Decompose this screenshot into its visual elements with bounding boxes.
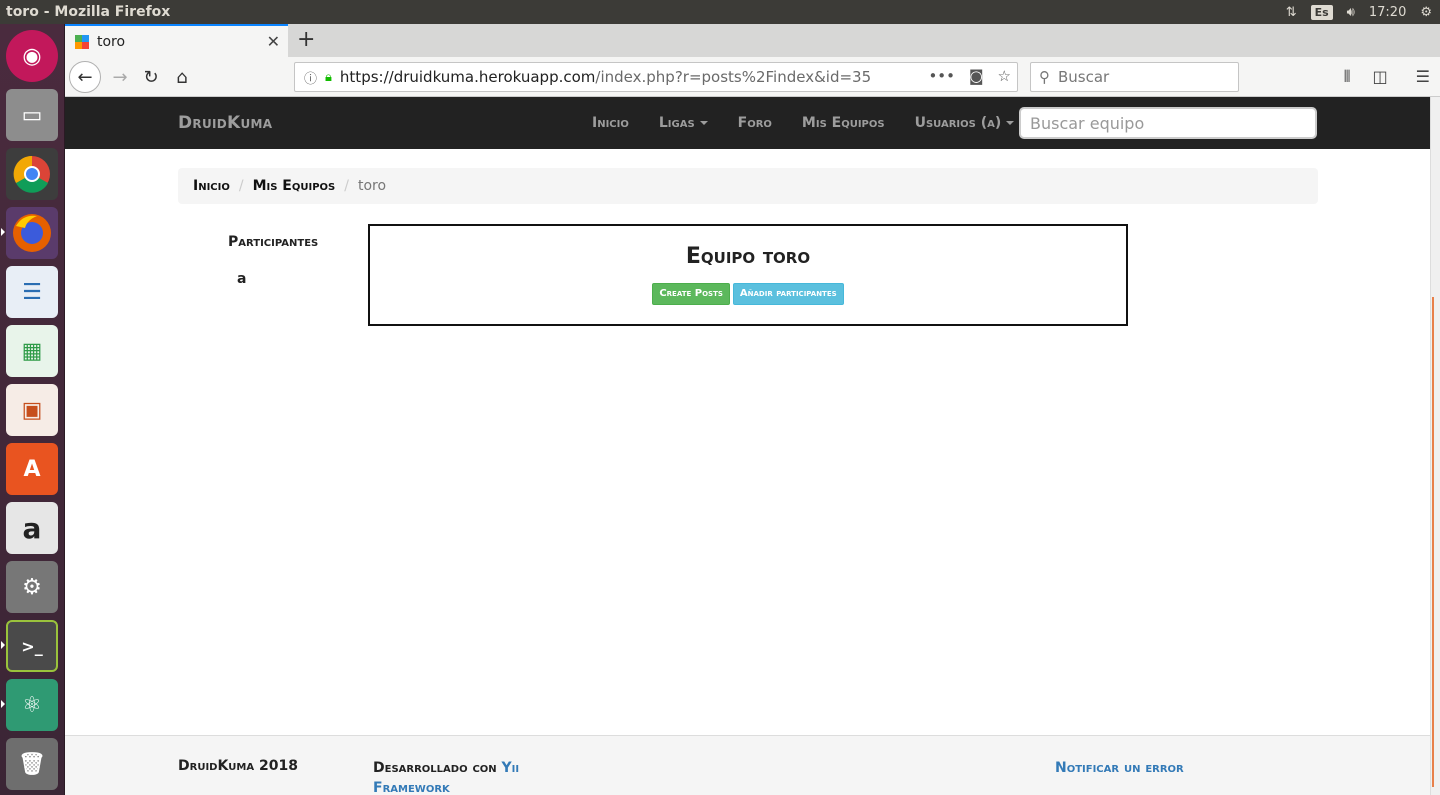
back-icon[interactable]: ←	[69, 61, 101, 93]
url-bar-actions: ••• ◙ ☆	[928, 67, 1011, 85]
keyboard-layout-indicator[interactable]: Es	[1310, 4, 1333, 20]
nav-item-mis-equipos[interactable]: Mis Equipos	[802, 115, 885, 131]
forward-icon[interactable]: →	[105, 62, 135, 92]
terminal-icon[interactable]: >_	[6, 620, 58, 672]
running-indicator	[1, 228, 5, 236]
add-participants-button[interactable]: Añadir participantes	[732, 283, 844, 305]
firefox-icon[interactable]	[6, 207, 58, 259]
system-settings-icon[interactable]: ⚙	[6, 561, 58, 613]
browser-tab[interactable]: toro ✕	[65, 24, 288, 57]
url-host: https://druidkuma.herokuapp.com	[339, 68, 596, 86]
nav-item-usuarios[interactable]: Usuarios (a)	[915, 115, 1015, 131]
browser-search-input[interactable]: ⚲ Buscar	[1030, 62, 1239, 92]
unity-launcher: ◉ ▭ ☰ ▦ ▣ A a ⚙ >_ ⚛ 🗑︎	[0, 24, 65, 795]
breadcrumb-mis-equipos[interactable]: Mis Equipos	[253, 178, 336, 194]
nav-item-foro[interactable]: Foro	[738, 115, 772, 131]
breadcrumb: Inicio / Mis Equipos / toro	[178, 168, 1318, 204]
nav-item-ligas-label: Ligas	[658, 115, 695, 131]
breadcrumb-home[interactable]: Inicio	[193, 178, 230, 194]
files-icon[interactable]: ▭	[6, 89, 58, 141]
breadcrumb-separator: /	[238, 178, 244, 194]
atom-icon[interactable]: ⚛	[6, 679, 58, 731]
nav-item-ligas[interactable]: Ligas	[659, 115, 708, 131]
chrome-icon[interactable]	[6, 148, 58, 200]
settings-gear-icon[interactable]: ⚙	[1420, 5, 1432, 20]
site-navbar: DruidKuma Inicio Ligas Foro Mis Equipos …	[65, 97, 1430, 149]
site-brand[interactable]: DruidKuma	[178, 113, 272, 133]
create-posts-button[interactable]: Create Posts	[652, 283, 730, 305]
breadcrumb-current: toro	[357, 178, 387, 194]
team-search-placeholder: Buscar equipo	[1030, 113, 1145, 133]
pocket-icon[interactable]: ◙	[969, 67, 984, 85]
tab-title: toro	[97, 33, 126, 50]
os-top-panel: toro - Mozilla Firefox ⇅ Es 🔊︎ 17:20 ⚙	[0, 0, 1440, 24]
running-indicator	[1, 700, 5, 708]
caret-down-icon	[1006, 121, 1015, 125]
url-bar[interactable]: ⓘ 🔒︎ https://druidkuma.herokuapp.com /in…	[294, 62, 1018, 92]
network-icon[interactable]: ⇅	[1286, 5, 1297, 20]
libreoffice-writer-icon[interactable]: ☰	[6, 266, 58, 318]
sidebar-icon[interactable]: ◫	[1373, 67, 1388, 87]
new-tab-icon[interactable]: +	[297, 27, 315, 52]
team-title: Equipo toro	[685, 244, 811, 269]
site-menu: Inicio Ligas Foro Mis Equipos Usuarios (…	[592, 97, 1015, 149]
running-indicator	[1, 641, 5, 649]
bookmark-star-icon[interactable]: ☆	[998, 67, 1011, 85]
url-path: /index.php?r=posts%2Findex&id=35	[595, 68, 872, 86]
system-tray: ⇅ Es 🔊︎ 17:20 ⚙	[1286, 0, 1440, 24]
team-panel: Equipo toro Create Posts Añadir particip…	[368, 224, 1128, 326]
trash-icon[interactable]: 🗑︎	[6, 738, 58, 790]
libreoffice-impress-icon[interactable]: ▣	[6, 384, 58, 436]
footer-developed-prefix: Desarrollado con	[373, 760, 497, 776]
clock[interactable]: 17:20	[1369, 5, 1406, 20]
footer-developed-with: Desarrollado con Yii Framework	[373, 758, 533, 795]
toolbar-right: ⫴ ◫ ☰	[1344, 67, 1430, 87]
close-tab-icon[interactable]: ✕	[267, 32, 280, 51]
ubuntu-software-icon[interactable]: A	[6, 443, 58, 495]
amazon-icon[interactable]: a	[6, 502, 58, 554]
home-icon[interactable]: ⌂	[167, 62, 197, 92]
page-scrollbar[interactable]	[1430, 97, 1440, 795]
team-search-input[interactable]: Buscar equipo	[1019, 107, 1317, 139]
reload-icon[interactable]: ↻	[136, 62, 166, 92]
nav-item-inicio[interactable]: Inicio	[592, 115, 629, 131]
volume-icon[interactable]: 🔊︎	[1347, 5, 1355, 20]
caret-down-icon	[699, 121, 708, 125]
web-page: DruidKuma Inicio Ligas Foro Mis Equipos …	[65, 97, 1430, 795]
site-favicon-icon	[75, 34, 89, 49]
menu-hamburger-icon[interactable]: ☰	[1416, 67, 1430, 87]
page-actions-icon[interactable]: •••	[928, 67, 955, 85]
window-title: toro - Mozilla Firefox	[6, 4, 171, 20]
lock-icon: 🔒︎	[325, 69, 332, 85]
participant-item: a	[237, 271, 247, 287]
team-actions: Create Posts Añadir participantes	[370, 283, 1126, 305]
site-footer: DruidKuma 2018 Desarrollado con Yii Fram…	[65, 735, 1430, 795]
search-icon: ⚲	[1039, 68, 1050, 86]
site-info-icon[interactable]: ⓘ	[304, 68, 317, 87]
libreoffice-calc-icon[interactable]: ▦	[6, 325, 58, 377]
ubuntu-dash-icon[interactable]: ◉	[6, 30, 58, 82]
report-error-link[interactable]: Notificar un error	[1055, 758, 1184, 778]
nav-item-usuarios-label: Usuarios (a)	[914, 115, 1002, 131]
breadcrumb-separator: /	[344, 178, 349, 194]
footer-copyright: DruidKuma 2018	[178, 758, 298, 774]
browser-nav-bar: ← → ↻ ⌂ ⓘ 🔒︎ https://druidkuma.herokuapp…	[65, 57, 1440, 97]
browser-search-placeholder: Buscar	[1058, 68, 1110, 86]
library-icon[interactable]: ⫴	[1344, 67, 1351, 87]
browser-tab-bar: toro ✕ +	[65, 24, 1440, 57]
participants-heading: Participantes	[228, 234, 319, 250]
